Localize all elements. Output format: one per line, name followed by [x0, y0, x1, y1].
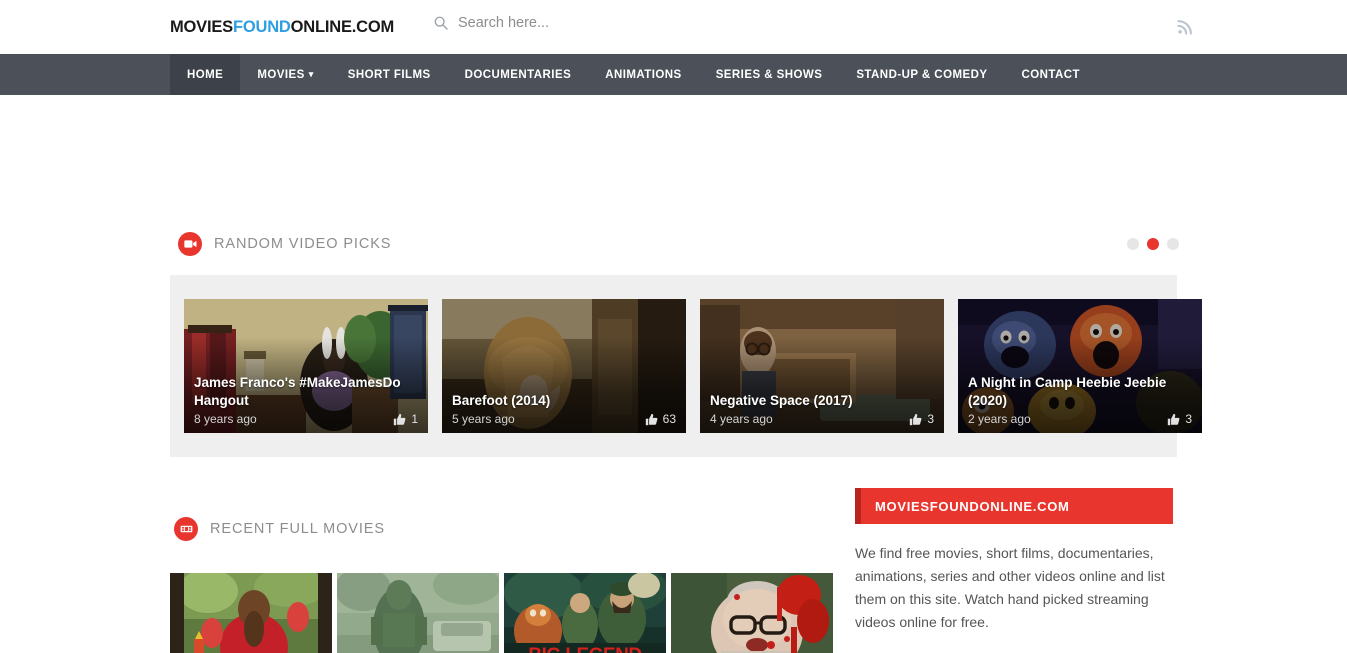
widget-about-body: We find free movies, short films, docume…: [855, 524, 1173, 634]
slider-card-title: Barefoot (2014): [452, 393, 551, 408]
slider-card-age: 8 years ago: [194, 412, 257, 426]
movie-thumbnail: BIG LEGEND: [504, 573, 666, 653]
search-icon: [434, 16, 448, 30]
slider-meta: Barefoot (2014) 5 years ago 63: [452, 392, 676, 426]
slider-meta: James Franco's #MakeJamesDo Hangout 8 ye…: [194, 374, 418, 426]
slider-pagination[interactable]: [1127, 238, 1179, 250]
site-logo[interactable]: MOVIESFOUNDONLINE.COM: [170, 18, 394, 37]
slider-dot-1[interactable]: [1127, 238, 1139, 250]
svg-text:BIG LEGEND: BIG LEGEND: [528, 645, 641, 653]
nav-label: STAND-UP & COMEDY: [856, 68, 988, 81]
slider-card-age: 5 years ago: [452, 412, 515, 426]
slider-card-title: James Franco's #MakeJamesDo Hangout: [194, 375, 401, 408]
slider-meta: Negative Space (2017) 4 years ago 3: [710, 392, 934, 426]
logo-part-movies: MOVIES: [170, 18, 233, 36]
like-count: 3: [1185, 412, 1192, 426]
thumbs-up-icon: [394, 413, 406, 425]
slider-card[interactable]: Barefoot (2014) 5 years ago 63: [442, 299, 686, 433]
nav-label: HOME: [187, 68, 224, 81]
slider-card-age: 2 years ago: [968, 412, 1031, 426]
slider-card[interactable]: James Franco's #MakeJamesDo Hangout 8 ye…: [184, 299, 428, 433]
section-title: RANDOM VIDEO PICKS: [214, 236, 392, 252]
movie-card[interactable]: Swamp Thing (1982) 2 months ago 0: [337, 573, 499, 653]
slider-card[interactable]: A Night in Camp Heebie Jeebie (2020) 2 y…: [958, 299, 1202, 433]
slider-dot-3[interactable]: [1167, 238, 1179, 250]
movie-thumbnail: [671, 573, 833, 653]
nav-label: CONTACT: [1021, 68, 1081, 81]
nav-item-home[interactable]: HOME: [170, 54, 241, 95]
slider-card-likes: 1: [393, 412, 418, 426]
search-input[interactable]: [458, 15, 718, 31]
nav-items-container: HOME MOVIES ▾ SHORT FILMS DOCUMENTARIES …: [170, 54, 1097, 95]
nav-item-movies[interactable]: MOVIES ▾: [240, 54, 330, 95]
nav-item-animations[interactable]: ANIMATIONS: [588, 54, 698, 95]
widget-about: MOVIESFOUNDONLINE.COM We find free movie…: [855, 488, 1173, 634]
widget-about-header: MOVIESFOUNDONLINE.COM: [855, 488, 1173, 524]
nav-item-contact[interactable]: CONTACT: [1005, 54, 1098, 95]
slider-dot-2[interactable]: [1147, 238, 1159, 250]
slider-card[interactable]: Negative Space (2017) 4 years ago 3: [700, 299, 944, 433]
nav-item-series-shows[interactable]: SERIES & SHOWS: [699, 54, 840, 95]
like-count: 63: [662, 412, 676, 426]
movie-thumbnail: [170, 573, 332, 653]
logo-part-found: FOUND: [232, 18, 291, 36]
slider-card-age: 4 years ago: [710, 412, 773, 426]
recent-movies-heading: RECENT FULL MOVIES: [174, 517, 385, 541]
nav-label: MOVIES: [257, 68, 305, 81]
nav-item-documentaries[interactable]: DOCUMENTARIES: [448, 54, 589, 95]
nav-item-short-films[interactable]: SHORT FILMS: [331, 54, 448, 95]
movie-card[interactable]: Citizen X (1995) 3 months ago 0: [671, 573, 833, 653]
slider-meta: A Night in Camp Heebie Jeebie (2020) 2 y…: [968, 374, 1192, 426]
slider-card-title: A Night in Camp Heebie Jeebie (2020): [968, 375, 1167, 408]
chevron-down-icon: ▾: [308, 69, 314, 79]
movie-card[interactable]: Haunting Sarah (2005) 2 weeks ago 0: [170, 573, 332, 653]
thumbs-up-icon: [910, 413, 922, 425]
nav-label: SHORT FILMS: [347, 68, 431, 81]
site-header: MOVIESFOUNDONLINE.COM: [0, 0, 1347, 54]
nav-label: DOCUMENTARIES: [464, 68, 572, 81]
slider-card-title: Negative Space (2017): [710, 393, 853, 408]
recent-movies-grid: Haunting Sarah (2005) 2 weeks ago 0: [170, 573, 833, 653]
video-camera-icon: [178, 232, 202, 256]
movie-thumbnail: [337, 573, 499, 653]
slider-card-likes: 3: [909, 412, 934, 426]
thumbs-up-icon: [1168, 413, 1180, 425]
rss-feed-icon[interactable]: [1176, 17, 1195, 36]
section-title: RECENT FULL MOVIES: [210, 521, 385, 537]
slider-track: James Franco's #MakeJamesDo Hangout 8 ye…: [184, 299, 1202, 433]
logo-part-online: ONLINE.COM: [290, 18, 395, 36]
slider-card-likes: 3: [1167, 412, 1192, 426]
search-bar[interactable]: [433, 15, 718, 31]
nav-label: SERIES & SHOWS: [715, 68, 823, 81]
nav-label: ANIMATIONS: [605, 68, 682, 81]
about-text: We find free movies, short films, docume…: [855, 545, 1165, 630]
thumbs-up-icon: [645, 413, 658, 425]
main-navigation: HOME MOVIES ▾ SHORT FILMS DOCUMENTARIES …: [0, 54, 1347, 95]
like-count: 1: [411, 412, 418, 426]
sidebar: MOVIESFOUNDONLINE.COM We find free movie…: [855, 488, 1173, 653]
movie-card[interactable]: BIG LEGEND Big Legend (2018) 3 months ag…: [504, 573, 666, 653]
nav-item-standup-comedy[interactable]: STAND-UP & COMEDY: [839, 54, 1004, 95]
slider-card-likes: 63: [645, 412, 676, 426]
random-picks-slider: James Franco's #MakeJamesDo Hangout 8 ye…: [170, 275, 1202, 457]
film-strip-icon: [174, 517, 198, 541]
widget-about-title: MOVIESFOUNDONLINE.COM: [875, 498, 1070, 514]
random-picks-heading: RANDOM VIDEO PICKS: [178, 232, 391, 256]
like-count: 3: [927, 412, 934, 426]
